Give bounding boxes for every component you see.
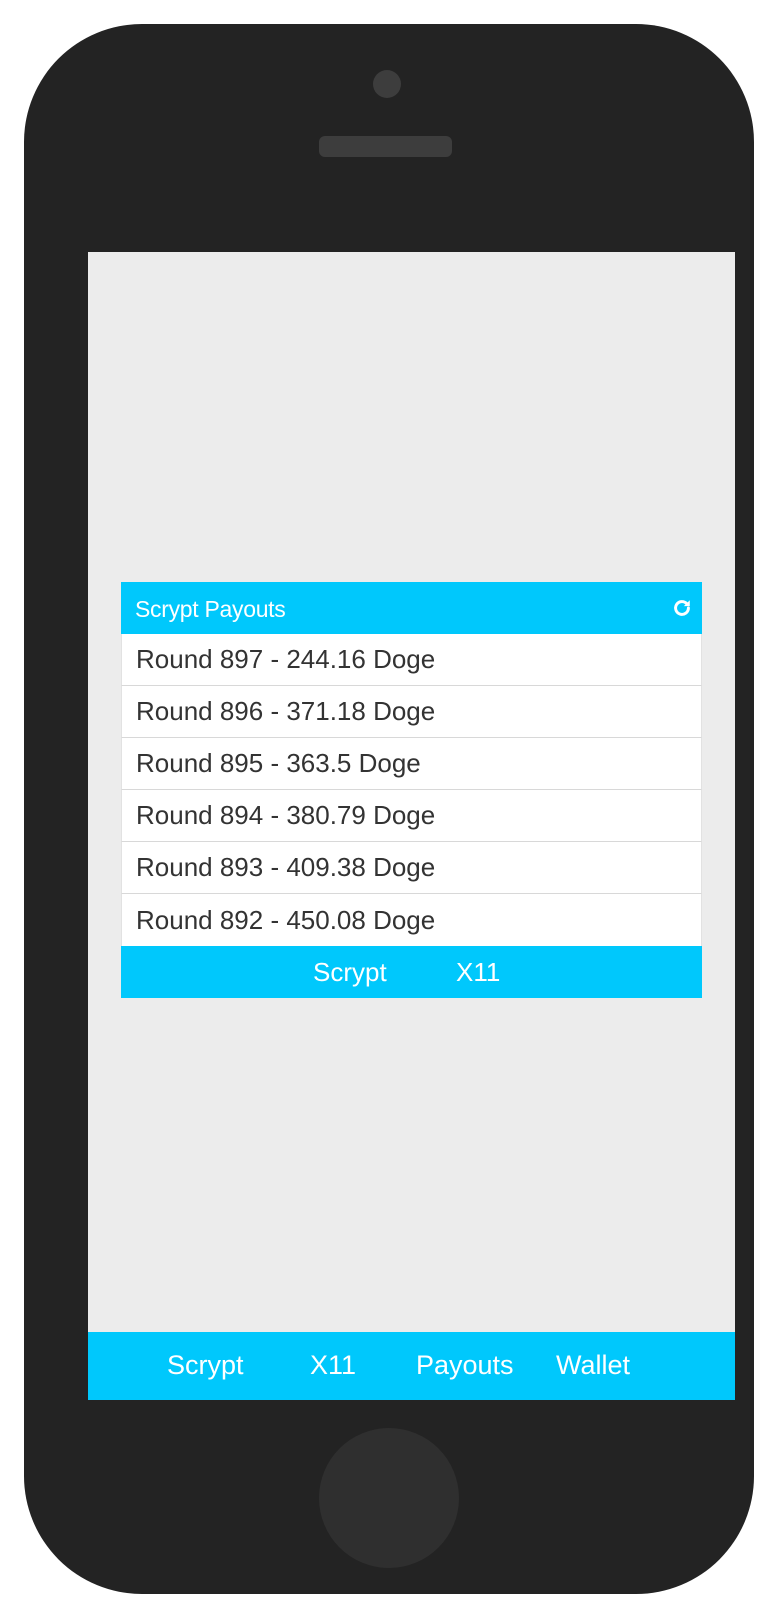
panel-tab-bar: Scrypt X11 [121,946,702,998]
phone-frame: Scrypt Payouts Round 897 - 244.16 Doge R… [24,24,754,1594]
speaker-grille [319,136,452,157]
list-item[interactable]: Round 893 - 409.38 Doge [121,842,702,894]
payout-list: Round 897 - 244.16 Doge Round 896 - 371.… [121,634,702,946]
bottom-nav: Scrypt X11 Payouts Wallet [88,1332,735,1400]
list-item[interactable]: Round 897 - 244.16 Doge [121,634,702,686]
list-item[interactable]: Round 892 - 450.08 Doge [121,894,702,946]
tab-x11[interactable]: X11 [456,957,500,988]
home-button[interactable] [319,1428,459,1568]
panel-header: Scrypt Payouts [121,582,702,634]
list-item[interactable]: Round 896 - 371.18 Doge [121,686,702,738]
refresh-icon[interactable] [671,597,693,619]
payouts-panel: Scrypt Payouts Round 897 - 244.16 Doge R… [121,582,702,998]
nav-item-x11[interactable]: X11 [310,1350,356,1381]
panel-title: Scrypt Payouts [135,596,286,622]
nav-item-scrypt[interactable]: Scrypt [167,1350,244,1381]
app-screen: Scrypt Payouts Round 897 - 244.16 Doge R… [88,252,735,1400]
camera-icon [373,70,401,98]
nav-item-wallet[interactable]: Wallet [556,1350,630,1381]
list-item[interactable]: Round 895 - 363.5 Doge [121,738,702,790]
nav-item-payouts[interactable]: Payouts [416,1350,514,1381]
list-item[interactable]: Round 894 - 380.79 Doge [121,790,702,842]
tab-scrypt[interactable]: Scrypt [313,957,387,988]
